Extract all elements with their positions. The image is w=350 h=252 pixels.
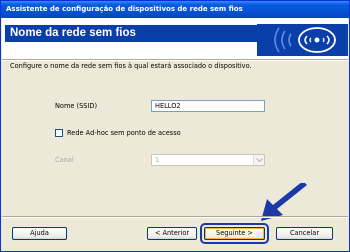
wireless-logo-icon — [257, 24, 348, 56]
help-button[interactable]: Ajuda — [12, 227, 67, 240]
header-divider — [2, 59, 348, 61]
next-button[interactable]: Seguinte > — [204, 227, 265, 240]
channel-value: 1 — [155, 156, 160, 164]
window-titlebar: Assistente de configuração de dispositiv… — [1, 1, 349, 18]
adhoc-label[interactable]: Rede Ad-hoc sem ponto de acesso — [67, 129, 181, 137]
page-title: Nome da rede sem fios — [10, 27, 136, 39]
adhoc-checkbox[interactable] — [55, 129, 63, 137]
ssid-label: Nome (SSID) — [55, 102, 98, 110]
back-button[interactable]: < Anterior — [147, 227, 197, 240]
instruction-text: Configure o nome da rede sem fios à qual… — [10, 62, 252, 70]
ssid-input[interactable]: HELLO2 — [151, 100, 265, 112]
wizard-window: Assistente de configuração de dispositiv… — [0, 0, 350, 252]
cancel-button[interactable]: Cancelar — [276, 227, 333, 240]
chevron-down-icon — [253, 155, 264, 165]
footer-divider — [2, 216, 348, 218]
channel-label: Canal — [55, 156, 74, 164]
channel-select: 1 — [151, 154, 265, 166]
wizard-header: Nome da rede sem fios — [2, 18, 348, 59]
